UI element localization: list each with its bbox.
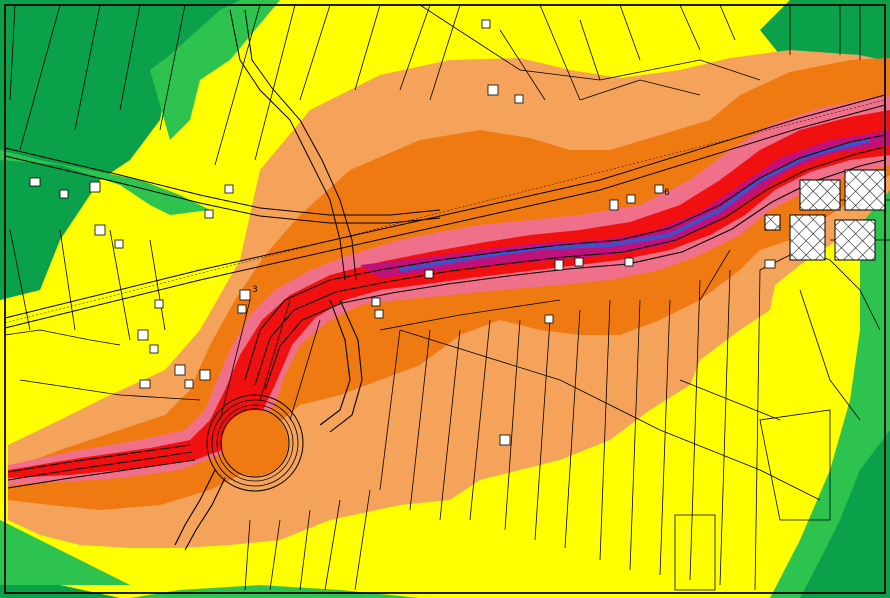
building-label-6: 6: [664, 188, 670, 198]
hatched-area-1: [799, 179, 841, 211]
roundabout-center-zone: [222, 410, 288, 476]
noise-map: 3 6: [0, 0, 890, 598]
hatched-area-2: [844, 169, 886, 211]
building-label-3: 3: [252, 285, 258, 295]
hatched-area-3: [789, 214, 826, 261]
hatched-area-4: [834, 219, 876, 261]
hatched-area-5: [764, 214, 781, 231]
